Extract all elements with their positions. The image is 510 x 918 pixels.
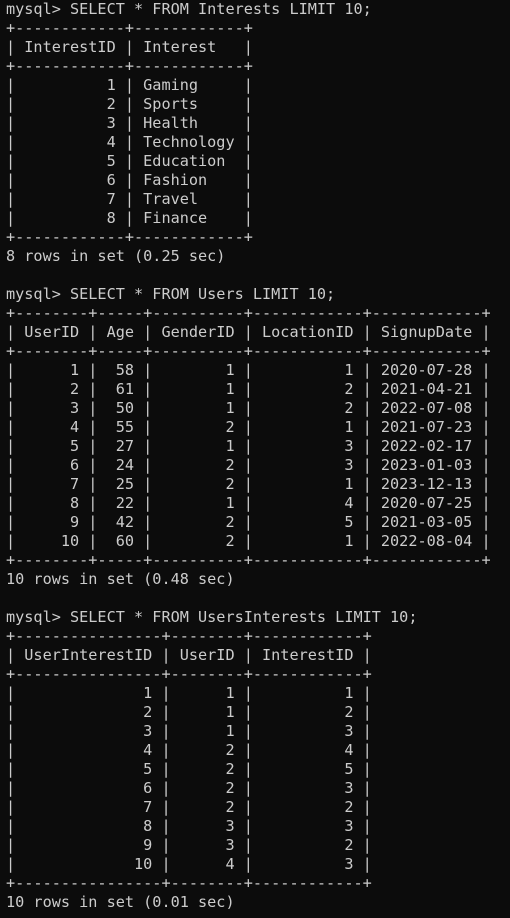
table-row: | 3 | Health |	[6, 114, 253, 132]
table-border: +------------+------------+	[6, 228, 253, 246]
table-row: | 10 | 4 | 3 |	[6, 855, 372, 873]
table-row: | 8 | 3 | 3 |	[6, 817, 372, 835]
command-line: mysql> SELECT * FROM UsersInterests LIMI…	[6, 608, 418, 626]
table-row: | 9 | 3 | 2 |	[6, 836, 372, 854]
command-line: mysql> SELECT * FROM Users LIMIT 10;	[6, 285, 336, 303]
table-row: | 8 | Finance |	[6, 209, 253, 227]
table-row: | 5 | 27 | 1 | 3 | 2022-02-17 |	[6, 437, 491, 455]
table-row: | 5 | Education |	[6, 152, 253, 170]
table-row: | 5 | 2 | 5 |	[6, 760, 372, 778]
table-row: | 8 | 22 | 1 | 4 | 2020-07-25 |	[6, 494, 491, 512]
table-border: +--------+-----+----------+------------+…	[6, 342, 491, 360]
table-border: +--------+-----+----------+------------+…	[6, 304, 491, 322]
table-row: | 3 | 50 | 1 | 2 | 2022-07-08 |	[6, 399, 491, 417]
table-header-row: | InterestID | Interest |	[6, 38, 253, 56]
table-border: +------------+------------+	[6, 19, 253, 37]
terminal-window[interactable]: mysql> SELECT * FROM Interests LIMIT 10;…	[0, 0, 510, 918]
table-header-row: | UserInterestID | UserID | InterestID |	[6, 646, 372, 664]
table-border: +----------------+--------+------------+	[6, 665, 372, 683]
table-row: | 1 | 1 | 1 |	[6, 684, 372, 702]
table-row: | 10 | 60 | 2 | 1 | 2022-08-04 |	[6, 532, 491, 550]
table-row: | 7 | 2 | 2 |	[6, 798, 372, 816]
table-border: +----------------+--------+------------+	[6, 874, 372, 892]
table-border: +------------+------------+	[6, 57, 253, 75]
table-border: +----------------+--------+------------+	[6, 627, 372, 645]
table-row: | 3 | 1 | 3 |	[6, 722, 372, 740]
table-row: | 6 | Fashion |	[6, 171, 253, 189]
table-row: | 9 | 42 | 2 | 5 | 2021-03-05 |	[6, 513, 491, 531]
table-row: | 4 | 55 | 2 | 1 | 2021-07-23 |	[6, 418, 491, 436]
table-row: | 2 | Sports |	[6, 95, 253, 113]
result-summary: 10 rows in set (0.01 sec)	[6, 893, 235, 911]
table-row: | 1 | 58 | 1 | 1 | 2020-07-28 |	[6, 361, 491, 379]
table-row: | 6 | 24 | 2 | 3 | 2023-01-03 |	[6, 456, 491, 474]
table-border: +--------+-----+----------+------------+…	[6, 551, 491, 569]
command-line: mysql> SELECT * FROM Interests LIMIT 10;	[6, 0, 372, 18]
table-row: | 4 | 2 | 4 |	[6, 741, 372, 759]
result-summary: 8 rows in set (0.25 sec)	[6, 247, 226, 265]
terminal-output: mysql> SELECT * FROM Interests LIMIT 10;…	[6, 0, 510, 912]
table-header-row: | UserID | Age | GenderID | LocationID |…	[6, 323, 491, 341]
result-summary: 10 rows in set (0.48 sec)	[6, 570, 235, 588]
table-row: | 2 | 61 | 1 | 2 | 2021-04-21 |	[6, 380, 491, 398]
table-row: | 7 | 25 | 2 | 1 | 2023-12-13 |	[6, 475, 491, 493]
table-row: | 1 | Gaming |	[6, 76, 253, 94]
table-row: | 4 | Technology |	[6, 133, 253, 151]
table-row: | 6 | 2 | 3 |	[6, 779, 372, 797]
table-row: | 7 | Travel |	[6, 190, 253, 208]
table-row: | 2 | 1 | 2 |	[6, 703, 372, 721]
